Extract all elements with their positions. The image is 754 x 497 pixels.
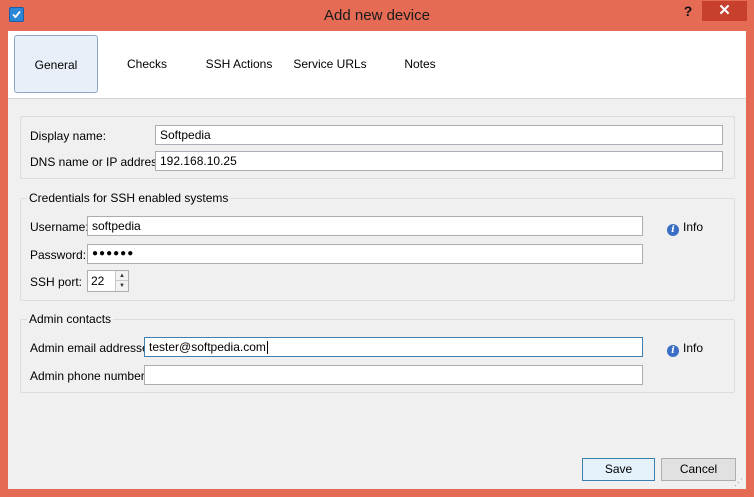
admin-group-title: Admin contacts — [27, 312, 114, 326]
dns-label: DNS name or IP address: — [30, 155, 167, 169]
info-icon: i — [667, 345, 679, 357]
stepper-buttons: ▲ ▼ — [115, 271, 128, 291]
info-icon: i — [667, 224, 679, 236]
tab-ssh-actions[interactable]: SSH Actions — [200, 35, 278, 93]
ssh-port-value: 22 — [91, 274, 105, 288]
close-button[interactable]: ✕ — [702, 1, 747, 21]
tab-checks[interactable]: Checks — [114, 35, 180, 93]
display-name-field[interactable]: Softpedia — [155, 125, 723, 145]
admin-phone-label: Admin phone numbers — [30, 369, 151, 383]
tab-service-urls[interactable]: Service URLs — [290, 35, 370, 93]
stepper-down-icon[interactable]: ▼ — [116, 281, 128, 291]
tab-general[interactable]: General — [14, 35, 98, 93]
dialog-body: General Checks SSH Actions Service URLs … — [8, 31, 746, 489]
username-label: Username: — [30, 220, 89, 234]
admin-info-label: Info — [683, 341, 704, 355]
tab-notes[interactable]: Notes — [392, 35, 448, 93]
tab-bar: General Checks SSH Actions Service URLs … — [8, 31, 746, 99]
password-label: Password: — [30, 248, 87, 262]
credentials-info-label: Info — [683, 220, 704, 234]
resize-grip-icon[interactable]: ⋰ — [734, 477, 744, 487]
save-button[interactable]: Save — [582, 458, 655, 481]
admin-phone-field[interactable] — [144, 365, 643, 385]
admin-info-link[interactable]: i Info — [667, 341, 703, 357]
ssh-port-label: SSH port: — [30, 275, 83, 289]
text-caret — [266, 341, 268, 355]
dns-field[interactable]: 192.168.10.25 — [155, 151, 723, 171]
cancel-button[interactable]: Cancel — [661, 458, 736, 481]
password-field[interactable]: ●●●●●● — [87, 244, 643, 264]
dialog-window: Add new device ? ✕ General Checks SSH Ac… — [0, 0, 754, 497]
admin-email-value: tester@softpedia.com — [149, 340, 266, 354]
help-button[interactable]: ? — [680, 3, 696, 23]
credentials-info-link[interactable]: i Info — [667, 220, 703, 236]
username-field[interactable]: softpedia — [87, 216, 643, 236]
window-title: Add new device — [324, 7, 430, 24]
admin-email-field[interactable]: tester@softpedia.com — [144, 337, 643, 357]
stepper-up-icon[interactable]: ▲ — [116, 271, 128, 281]
title-bar[interactable]: Add new device ? ✕ — [0, 0, 754, 31]
ssh-port-stepper[interactable]: 22 ▲ ▼ — [87, 270, 129, 292]
credentials-group-title: Credentials for SSH enabled systems — [27, 191, 231, 205]
display-name-label: Display name: — [30, 129, 107, 143]
admin-email-label: Admin email addresses — [30, 341, 155, 355]
